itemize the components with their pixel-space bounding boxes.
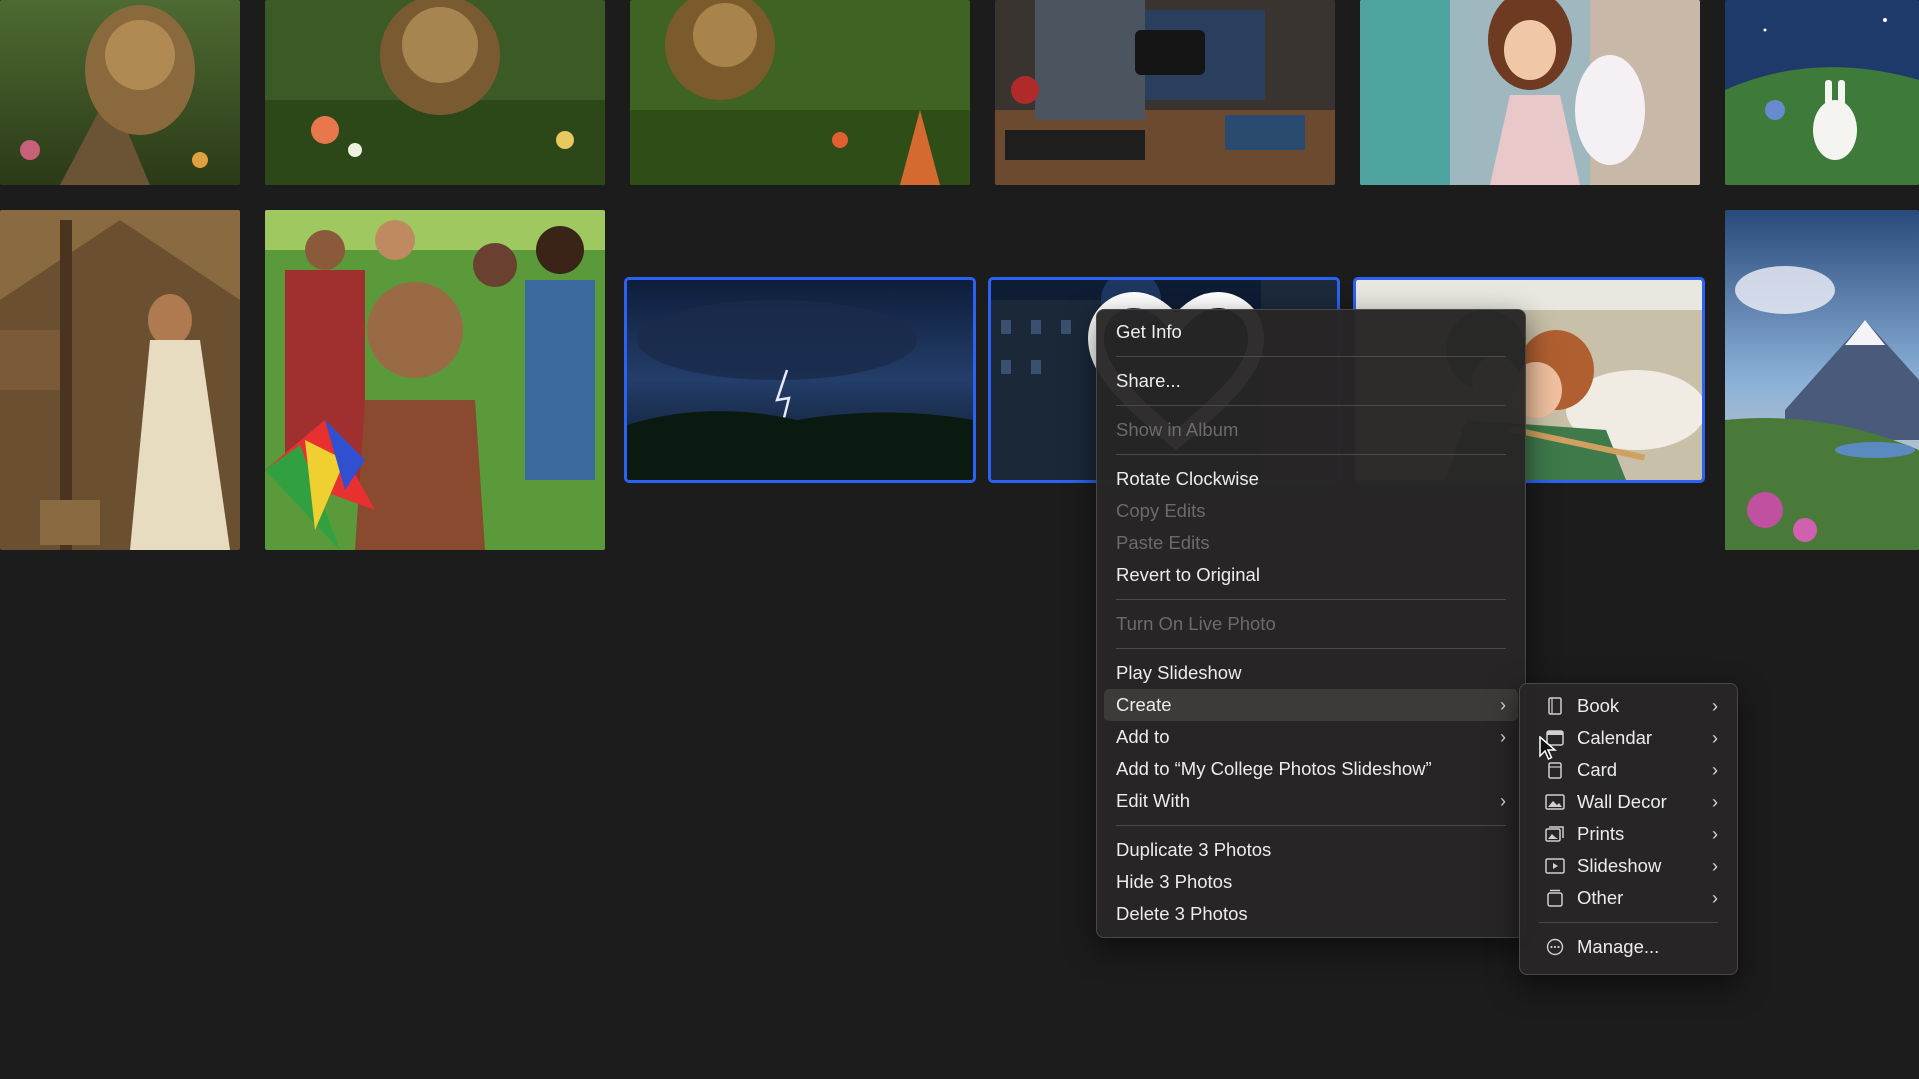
menu-edit-with-label: Edit With [1116,790,1191,811]
menu-create-label: Create [1116,694,1172,715]
menu-add-to-label: Add to [1116,726,1170,747]
menu-create[interactable]: Create › [1104,689,1518,721]
photo-lion-forest-1[interactable] [0,0,240,185]
chevron-right-icon: › [1500,695,1506,715]
slideshow-icon [1545,858,1565,874]
photo-library-grid: Get Info Share... Show in Album Rotate C… [0,0,1919,1079]
menu-hide-photos[interactable]: Hide 3 Photos [1104,866,1518,898]
ellipsis-circle-icon [1546,938,1564,956]
wall-decor-icon [1545,794,1565,810]
mouse-pointer-icon [1539,736,1557,761]
photo-woman-praying-hut[interactable] [0,210,240,550]
submenu-book[interactable]: Book › [1527,690,1730,722]
submenu-other[interactable]: Other › [1527,882,1730,914]
photo-lion-forest-2[interactable] [265,0,605,185]
chevron-right-icon: › [1712,856,1718,876]
menu-separator [1116,405,1506,406]
menu-separator [1116,599,1506,600]
other-icon [1547,889,1563,907]
menu-share[interactable]: Share... [1104,365,1518,397]
chevron-right-icon: › [1500,727,1506,747]
menu-copy-edits: Copy Edits [1116,500,1206,521]
photo-soldier-phone[interactable] [995,0,1335,185]
chevron-right-icon: › [1712,728,1718,748]
submenu-calendar-label: Calendar [1577,727,1653,748]
photo-girl-praying-angel[interactable] [1360,0,1700,185]
menu-separator [1116,825,1506,826]
submenu-wall-decor-label: Wall Decor [1577,791,1667,812]
menu-rotate-clockwise[interactable]: Rotate Clockwise [1104,463,1518,495]
chevron-right-icon: › [1500,791,1506,811]
photo-lion-forest-3[interactable] [630,0,970,185]
chevron-right-icon: › [1712,888,1718,908]
photo-children-kite-field[interactable] [265,210,605,550]
menu-separator [1539,922,1718,923]
submenu-card[interactable]: Card › [1527,754,1730,786]
photo-context-menu: Get Info Share... Show in Album Rotate C… [1096,309,1526,938]
submenu-book-label: Book [1577,695,1620,716]
menu-separator [1116,648,1506,649]
chevron-right-icon: › [1712,792,1718,812]
chevron-right-icon: › [1712,824,1718,844]
submenu-wall-decor[interactable]: Wall Decor › [1527,786,1730,818]
menu-get-info[interactable]: Get Info [1104,316,1518,348]
submenu-prints[interactable]: Prints › [1527,818,1730,850]
photo-mountain-landscape[interactable] [1725,210,1919,550]
create-submenu: Book › Calendar › Card › Wall Decor › Pr… [1519,683,1738,975]
photo-lightning-storm[interactable] [624,277,976,483]
menu-turn-on-live-photo: Turn On Live Photo [1116,613,1276,634]
menu-revert-to-original[interactable]: Revert to Original [1104,559,1518,591]
menu-separator [1116,454,1506,455]
chevron-right-icon: › [1712,760,1718,780]
submenu-manage[interactable]: Manage... [1527,931,1730,963]
menu-play-slideshow[interactable]: Play Slideshow [1104,657,1518,689]
card-icon [1548,762,1562,779]
menu-paste-edits: Paste Edits [1116,532,1210,553]
submenu-calendar[interactable]: Calendar › [1527,722,1730,754]
submenu-card-label: Card [1577,759,1618,780]
menu-duplicate-photos[interactable]: Duplicate 3 Photos [1104,834,1518,866]
chevron-right-icon: › [1712,696,1718,716]
menu-add-to[interactable]: Add to › [1104,721,1518,753]
submenu-slideshow[interactable]: Slideshow › [1527,850,1730,882]
menu-delete-photos[interactable]: Delete 3 Photos [1104,898,1518,930]
submenu-prints-label: Prints [1577,823,1625,844]
submenu-slideshow-label: Slideshow [1577,855,1662,876]
photo-rabbit-meadow[interactable] [1725,0,1919,185]
submenu-manage-label: Manage... [1577,936,1660,957]
menu-add-to-slideshow[interactable]: Add to “My College Photos Slideshow” [1104,753,1518,785]
book-icon [1548,697,1562,715]
menu-edit-with[interactable]: Edit With › [1104,785,1518,817]
menu-show-in-album: Show in Album [1116,419,1239,440]
menu-separator [1116,356,1506,357]
submenu-other-label: Other [1577,887,1624,908]
prints-icon [1545,826,1564,842]
